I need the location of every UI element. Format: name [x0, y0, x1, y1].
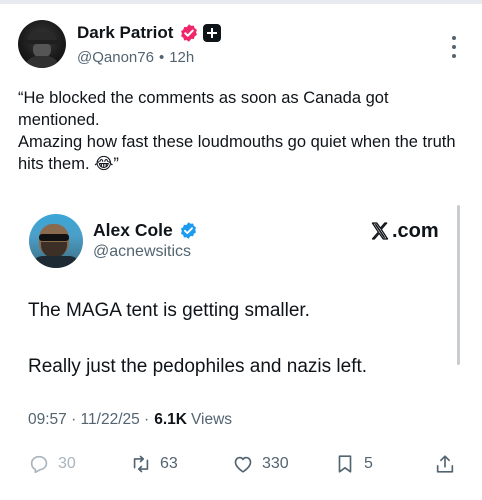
- quoted-post-text: The MAGA tent is getting smaller. Really…: [28, 300, 368, 377]
- post-text: “He blocked the comments as soon as Cana…: [18, 89, 456, 173]
- reply-icon: [30, 455, 48, 474]
- bookmark-icon: [338, 455, 352, 473]
- author-name-row: Dark Patriot: [77, 22, 222, 44]
- author-meta: @Qanon76 • 12h: [77, 47, 194, 67]
- reply-button[interactable]: 30: [28, 452, 76, 476]
- premium-plus-icon: [203, 24, 222, 42]
- bookmark-button[interactable]: 5: [334, 452, 373, 476]
- meta-separator: •: [158, 48, 165, 66]
- source-label: .com: [370, 218, 439, 244]
- verified-badge-icon: [181, 24, 198, 42]
- views-count: 6.1K: [154, 411, 187, 428]
- post-time[interactable]: 12h: [169, 49, 194, 66]
- views-label: Views: [190, 411, 233, 428]
- top-divider: [0, 0, 482, 4]
- quoted-post-card[interactable]: Alex Cole @acnewsitics .com The MAGA ten…: [6, 197, 476, 497]
- reply-count: 30: [58, 455, 76, 472]
- post-header: Dark Patriot @Qanon76 • 12h: [18, 20, 464, 70]
- x-logo-icon: [371, 222, 389, 240]
- author-avatar[interactable]: [18, 20, 66, 68]
- like-count: 330: [262, 455, 289, 472]
- like-icon: [234, 456, 252, 473]
- share-button[interactable]: [434, 452, 456, 476]
- scrollbar[interactable]: [457, 205, 460, 365]
- verified-badge-icon: [180, 221, 196, 239]
- repost-count: 63: [160, 455, 178, 472]
- quoted-post-timestamp: 09:57 · 11/22/25 ·: [28, 411, 150, 428]
- author-handle[interactable]: @Qanon76: [77, 49, 154, 66]
- repost-button[interactable]: 63: [130, 452, 178, 476]
- bookmark-count: 5: [364, 455, 373, 472]
- more-vertical-icon[interactable]: [444, 36, 464, 58]
- quoted-post-stats: 09:57 · 11/22/25 · 6.1K Views: [28, 411, 232, 429]
- repost-icon: [133, 455, 149, 473]
- quoted-author-display-name[interactable]: Alex Cole: [93, 220, 173, 241]
- quoted-author-handle[interactable]: @acnewsitics: [93, 243, 191, 261]
- action-bar: 30 63 330 5: [28, 452, 458, 476]
- author-display-name[interactable]: Dark Patriot: [77, 23, 173, 43]
- quoted-author-avatar[interactable]: [29, 214, 83, 268]
- share-icon: [436, 455, 454, 473]
- source-label-text: .com: [392, 219, 439, 242]
- like-button[interactable]: 330: [232, 452, 289, 476]
- quoted-author-name-row: Alex Cole: [93, 219, 198, 241]
